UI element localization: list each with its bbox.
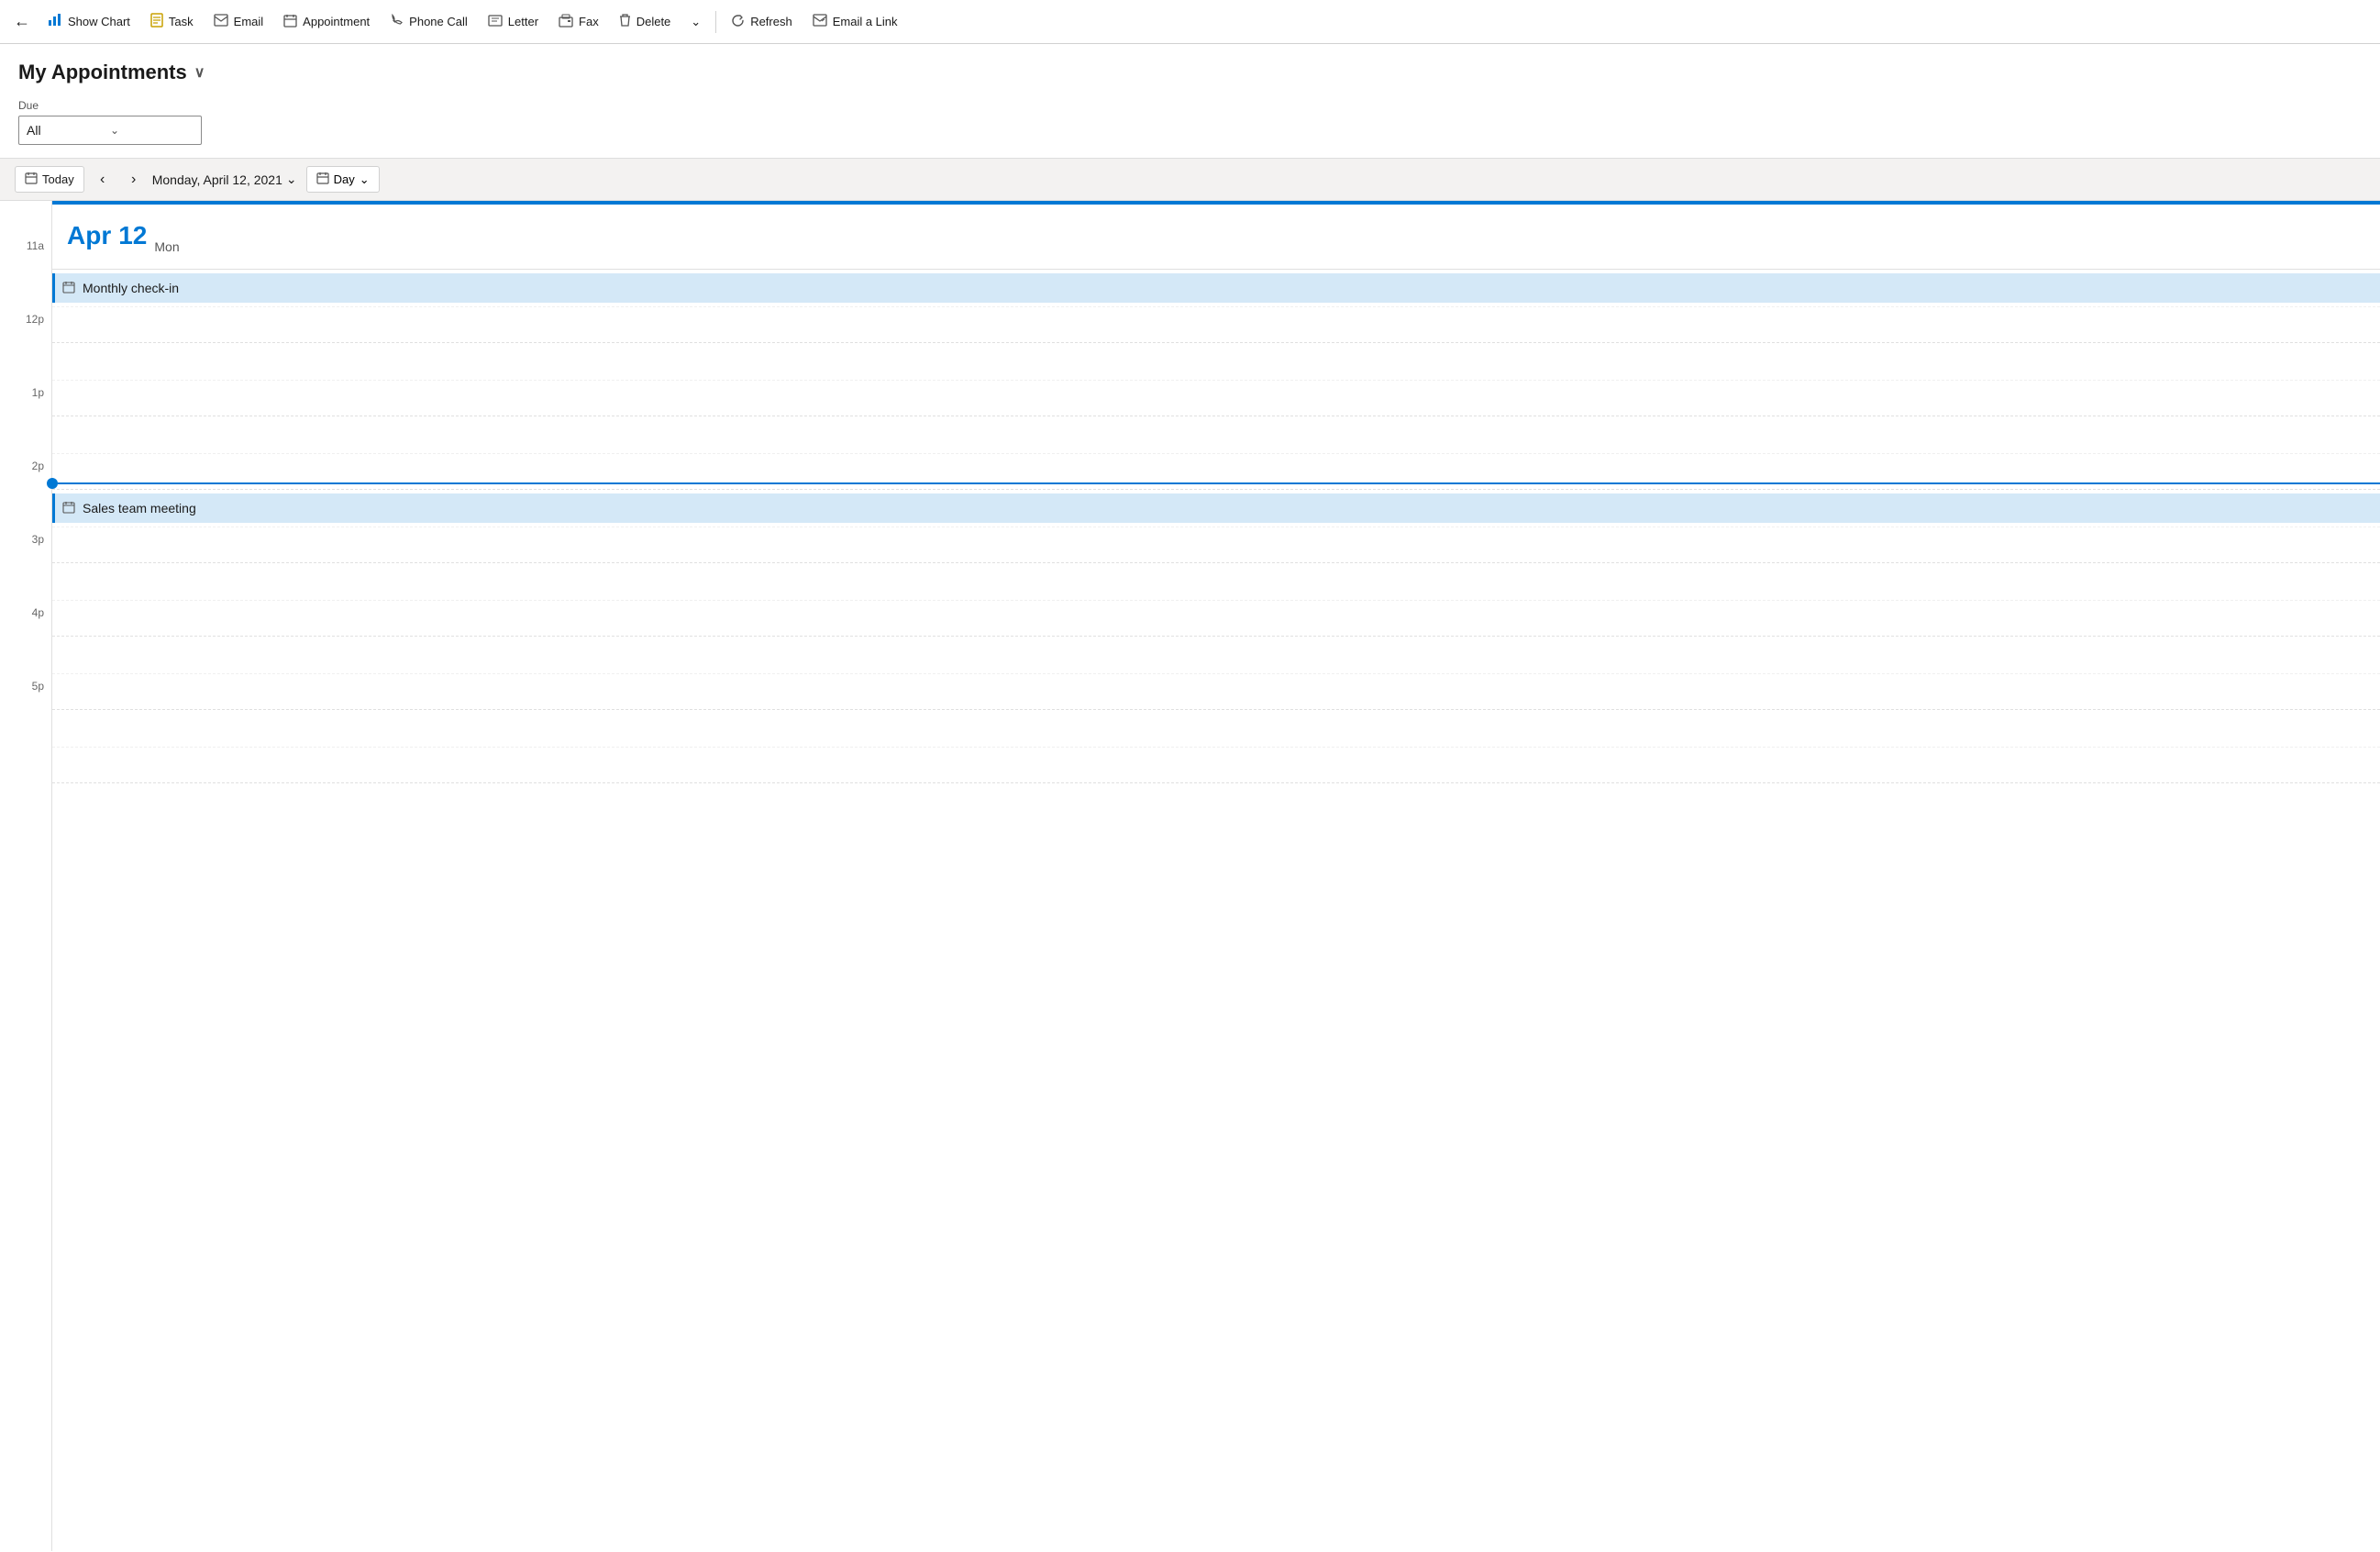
date-chevron-icon: ⌄	[286, 172, 297, 187]
phone-call-label: Phone Call	[409, 15, 468, 28]
event-title: Monthly check-in	[83, 281, 179, 295]
filter-label: Due	[18, 99, 2362, 112]
toolbar-separator	[715, 11, 716, 33]
date-label[interactable]: Monday, April 12, 2021 ⌄	[152, 172, 297, 187]
task-icon	[150, 13, 163, 30]
today-button[interactable]: Today	[15, 166, 84, 193]
back-button[interactable]: ←	[7, 7, 37, 37]
toolbar: ← Show Chart Task Email	[0, 0, 2380, 44]
event-title-2: Sales team meeting	[83, 501, 196, 515]
time-label-4p: 4p	[0, 614, 51, 687]
task-button[interactable]: Task	[141, 7, 203, 36]
email-button[interactable]: Email	[205, 8, 273, 35]
date-number: 12	[118, 221, 147, 250]
back-icon: ←	[14, 12, 30, 31]
delete-icon	[619, 13, 631, 30]
fax-label: Fax	[579, 15, 599, 28]
time-label-1p: 1p	[0, 394, 51, 467]
time-label-3p: 3p	[0, 540, 51, 614]
page-title: My Appointments ∨	[18, 61, 2362, 84]
time-rows: Monthly check-in	[52, 270, 2380, 783]
chart-icon	[48, 13, 62, 30]
filter-chevron-icon: ⌄	[110, 124, 194, 137]
current-time-dot	[47, 478, 58, 489]
chevron-left-icon: ‹	[100, 172, 105, 188]
chevron-right-icon: ›	[131, 172, 136, 188]
show-chart-label: Show Chart	[68, 15, 130, 28]
time-label-12p: 12p	[0, 320, 51, 394]
delete-label: Delete	[637, 15, 671, 28]
calendar-body: 11a 12p 1p 2p 3p 4p 5p Apr 12 Mon	[0, 201, 2380, 1551]
today-label: Today	[42, 172, 74, 186]
letter-icon	[488, 15, 503, 29]
event-icon	[62, 281, 75, 296]
time-slot-5p	[52, 710, 2380, 783]
letter-button[interactable]: Letter	[479, 9, 548, 35]
view-selector[interactable]: Day ⌄	[306, 166, 380, 193]
delete-button[interactable]: Delete	[610, 7, 681, 36]
time-slot-3p	[52, 563, 2380, 637]
refresh-icon	[731, 14, 745, 30]
more-button[interactable]: ⌄	[681, 9, 710, 35]
time-label-11a: 11a	[0, 247, 51, 320]
appointment-button[interactable]: Appointment	[274, 8, 379, 36]
calendar-nav: Today ‹ › Monday, April 12, 2021 ⌄ Day ⌄	[0, 158, 2380, 201]
email-icon	[214, 14, 228, 29]
more-icon: ⌄	[691, 15, 701, 29]
prev-day-button[interactable]: ‹	[90, 167, 116, 193]
date-dayname: Mon	[154, 239, 179, 254]
event-monthly-checkin[interactable]: Monthly check-in	[52, 273, 2380, 303]
time-slot-2p: Sales team meeting	[52, 490, 2380, 563]
email-link-icon	[813, 14, 827, 29]
calendar-small-icon	[25, 172, 38, 187]
view-chevron-icon: ⌄	[360, 172, 370, 187]
task-label: Task	[169, 15, 194, 28]
appointment-icon	[283, 14, 297, 30]
time-slot-4p	[52, 637, 2380, 710]
refresh-label: Refresh	[750, 15, 792, 28]
appointment-label: Appointment	[303, 15, 370, 28]
time-slot-11a: Monthly check-in	[52, 270, 2380, 343]
email-label: Email	[234, 15, 264, 28]
current-time-indicator	[1, 478, 2380, 489]
view-calendar-icon	[316, 172, 329, 187]
time-label-5p: 5p	[0, 687, 51, 760]
filter-area: Due All ⌄	[0, 95, 2380, 158]
filter-select[interactable]: All ⌄	[18, 116, 202, 145]
phone-icon	[390, 14, 404, 30]
time-gutter: 11a 12p 1p 2p 3p 4p 5p	[0, 201, 51, 1551]
email-link-button[interactable]: Email a Link	[803, 8, 907, 35]
title-dropdown-icon[interactable]: ∨	[194, 63, 205, 82]
next-day-button[interactable]: ›	[121, 167, 147, 193]
filter-value: All	[27, 123, 110, 138]
letter-label: Letter	[508, 15, 538, 28]
event-sales-meeting[interactable]: Sales team meeting	[52, 493, 2380, 523]
page-title-text: My Appointments	[18, 61, 187, 84]
calendar-column: Apr 12 Mon Monthly check-in	[51, 201, 2380, 1551]
email-link-label: Email a Link	[833, 15, 898, 28]
fax-icon	[559, 14, 573, 30]
view-label: Day	[334, 172, 355, 186]
current-time-bar	[58, 482, 2380, 484]
event-icon-2	[62, 501, 75, 516]
time-slot-12p	[52, 343, 2380, 416]
phone-call-button[interactable]: Phone Call	[381, 8, 477, 36]
date-header: Apr 12 Mon	[52, 205, 2380, 270]
date-text: Monday, April 12, 2021	[152, 172, 282, 187]
refresh-button[interactable]: Refresh	[722, 8, 802, 36]
date-month: Apr	[67, 221, 111, 250]
page-header: My Appointments ∨	[0, 44, 2380, 95]
show-chart-button[interactable]: Show Chart	[39, 7, 139, 36]
time-slot-1p	[52, 416, 2380, 490]
fax-button[interactable]: Fax	[549, 8, 608, 36]
